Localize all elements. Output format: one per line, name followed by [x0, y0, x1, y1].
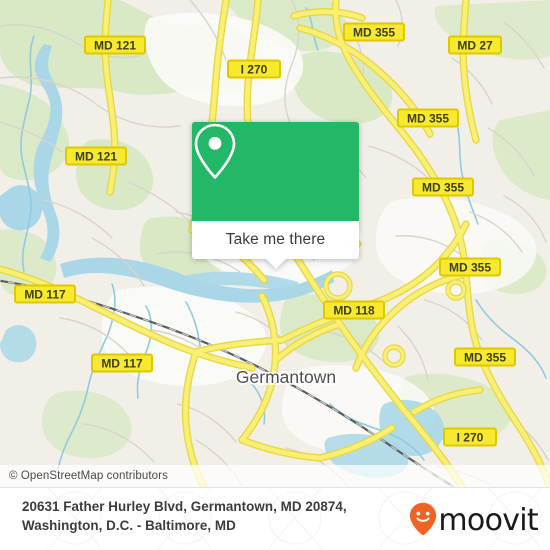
shield-label: MD 355 — [353, 25, 395, 39]
shield-md355-east[interactable]: MD 355 — [439, 257, 501, 277]
shield-label: MD 121 — [75, 149, 117, 163]
shield-label: MD 118 — [333, 303, 375, 317]
address-line-1: 20631 Father Hurley Blvd, Germantown, MD… — [22, 499, 347, 514]
callout-tail — [264, 258, 287, 269]
svg-text:Germantown: Germantown — [236, 367, 336, 387]
shield-label: MD 355 — [464, 350, 506, 364]
map-city-label: Germantown Germantown — [234, 365, 338, 388]
shield-label: MD 355 — [422, 180, 464, 194]
shield-md27[interactable]: MD 27 — [448, 35, 502, 55]
shield-md117-west[interactable]: MD 117 — [14, 284, 76, 304]
shield-md355-south[interactable]: MD 355 — [454, 347, 516, 367]
shield-i270-north[interactable]: I 270 — [227, 59, 281, 79]
shield-md118[interactable]: MD 118 — [323, 300, 385, 320]
shield-label: MD 117 — [24, 287, 66, 301]
shield-md117-south[interactable]: MD 117 — [91, 353, 153, 373]
shield-label: MD 121 — [94, 38, 136, 52]
shield-label: MD 27 — [457, 38, 493, 52]
take-me-there-button[interactable]: Take me there — [226, 231, 326, 249]
callout-pin-area — [192, 122, 359, 221]
moovit-logo[interactable]: moovit — [409, 502, 539, 541]
shield-md355-mid[interactable]: MD 355 — [412, 177, 474, 197]
map-canvas[interactable]: Germantown Germantown MD 121 I 270 MD 355 M… — [0, 0, 550, 487]
moovit-map-screen: Germantown Germantown MD 121 I 270 MD 355 M… — [0, 0, 550, 550]
address-line-2: Washington, D.C. - Baltimore, MD — [22, 518, 236, 533]
shield-md121-north[interactable]: MD 121 — [84, 35, 146, 55]
shield-md355-top[interactable]: MD 355 — [343, 22, 405, 42]
shield-label: I 270 — [457, 430, 484, 444]
shield-label: I 270 — [241, 62, 268, 76]
osm-attribution[interactable]: © OpenStreetMap contributors — [0, 465, 550, 487]
shield-label: MD 355 — [407, 111, 449, 125]
moovit-wordmark: moovit — [438, 502, 538, 538]
address-text: 20631 Father Hurley Blvd, Germantown, MD… — [22, 497, 412, 535]
shield-md355-upper[interactable]: MD 355 — [397, 108, 459, 128]
shield-label: MD 355 — [449, 260, 491, 274]
location-callout-card[interactable]: Take me there — [192, 122, 359, 269]
moovit-smiley-pin-icon — [409, 502, 437, 541]
shield-i270-south[interactable]: I 270 — [443, 427, 497, 447]
shield-md121-west[interactable]: MD 121 — [65, 146, 127, 166]
callout-action-area[interactable]: Take me there — [192, 221, 359, 269]
shield-label: MD 117 — [101, 356, 143, 370]
footer-bar: 20631 Father Hurley Blvd, Germantown, MD… — [0, 487, 550, 550]
